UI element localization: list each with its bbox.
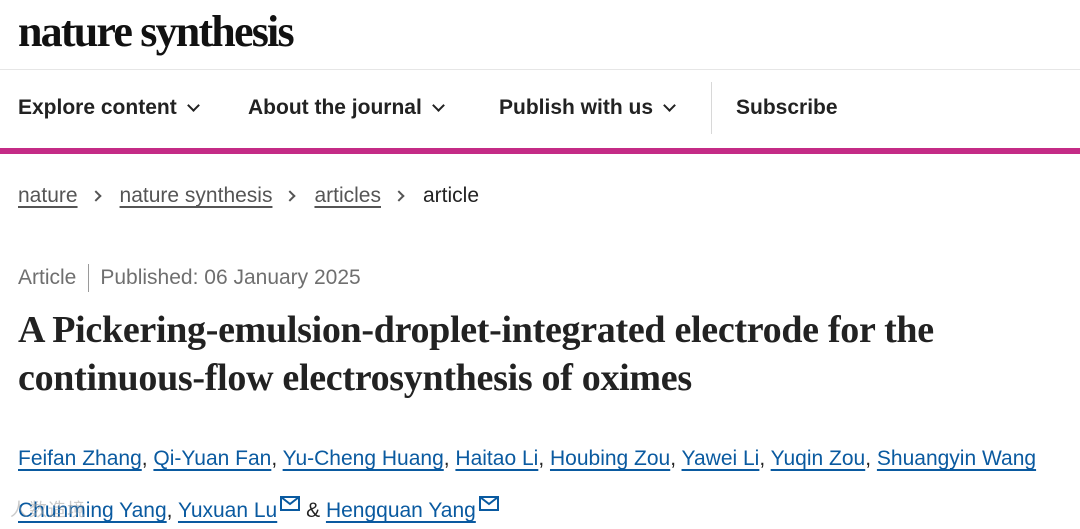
- nav-divider: [711, 82, 712, 134]
- article-title: A Pickering-emulsion-droplet-integrated …: [18, 309, 934, 399]
- watermark: 人数造境: [10, 500, 86, 520]
- breadcrumb-nature-synthesis[interactable]: nature synthesis: [120, 184, 273, 208]
- accent-bar: [0, 148, 1080, 154]
- author-link[interactable]: Feifan Zhang: [18, 447, 142, 470]
- author-link[interactable]: Yuxuan Lu: [178, 499, 277, 522]
- mail-icon[interactable]: [280, 482, 301, 528]
- author-link[interactable]: Qi-Yuan Fan: [153, 447, 271, 470]
- nav-about-label: About the journal: [248, 96, 422, 119]
- main-nav: Explore content About the journal Publis…: [0, 70, 1080, 148]
- chevron-down-icon: [431, 98, 445, 112]
- meta-divider: [88, 264, 90, 292]
- breadcrumb: nature nature synthesis articles article: [18, 184, 479, 208]
- author-link[interactable]: Houbing Zou: [550, 447, 670, 470]
- mail-icon[interactable]: [478, 482, 499, 528]
- author-link[interactable]: Shuangyin Wang: [877, 447, 1036, 470]
- author-link[interactable]: Yuqin Zou: [771, 447, 866, 470]
- header: nature synthesis: [0, 0, 1080, 70]
- author-list: Feifan Zhang, Qi-Yuan Fan, Yu-Cheng Huan…: [18, 436, 1068, 529]
- chevron-right-icon: [393, 190, 405, 202]
- chevron-down-icon: [663, 98, 676, 112]
- nav-explore-content[interactable]: Explore content: [18, 96, 200, 120]
- nav-subscribe-label: Subscribe: [736, 96, 838, 119]
- breadcrumb-nature[interactable]: nature: [18, 184, 78, 208]
- author-link[interactable]: Haitao Li: [455, 447, 538, 470]
- author-link[interactable]: Hengquan Yang: [326, 499, 476, 522]
- nav-subscribe[interactable]: Subscribe: [736, 96, 838, 120]
- breadcrumb-current: article: [423, 184, 480, 207]
- author-link[interactable]: Yu-Cheng Huang: [283, 447, 444, 470]
- breadcrumb-articles[interactable]: articles: [314, 184, 381, 208]
- article-meta: Article Published: 06 January 2025: [18, 264, 361, 292]
- article-type: Article: [18, 266, 77, 289]
- nav-publish-label: Publish with us: [499, 96, 654, 119]
- journal-logo[interactable]: nature synthesis: [18, 6, 295, 57]
- nav-about-journal[interactable]: About the journal: [248, 96, 445, 120]
- nav-explore-label: Explore content: [18, 96, 177, 119]
- chevron-right-icon: [89, 190, 102, 202]
- author-link[interactable]: Yawei Li: [682, 447, 760, 470]
- nav-publish[interactable]: Publish with us: [499, 96, 676, 120]
- chevron-right-icon: [284, 190, 297, 202]
- publish-date: Published: 06 January 2025: [100, 266, 361, 289]
- author-joiner: &: [306, 499, 321, 522]
- chevron-down-icon: [186, 98, 200, 112]
